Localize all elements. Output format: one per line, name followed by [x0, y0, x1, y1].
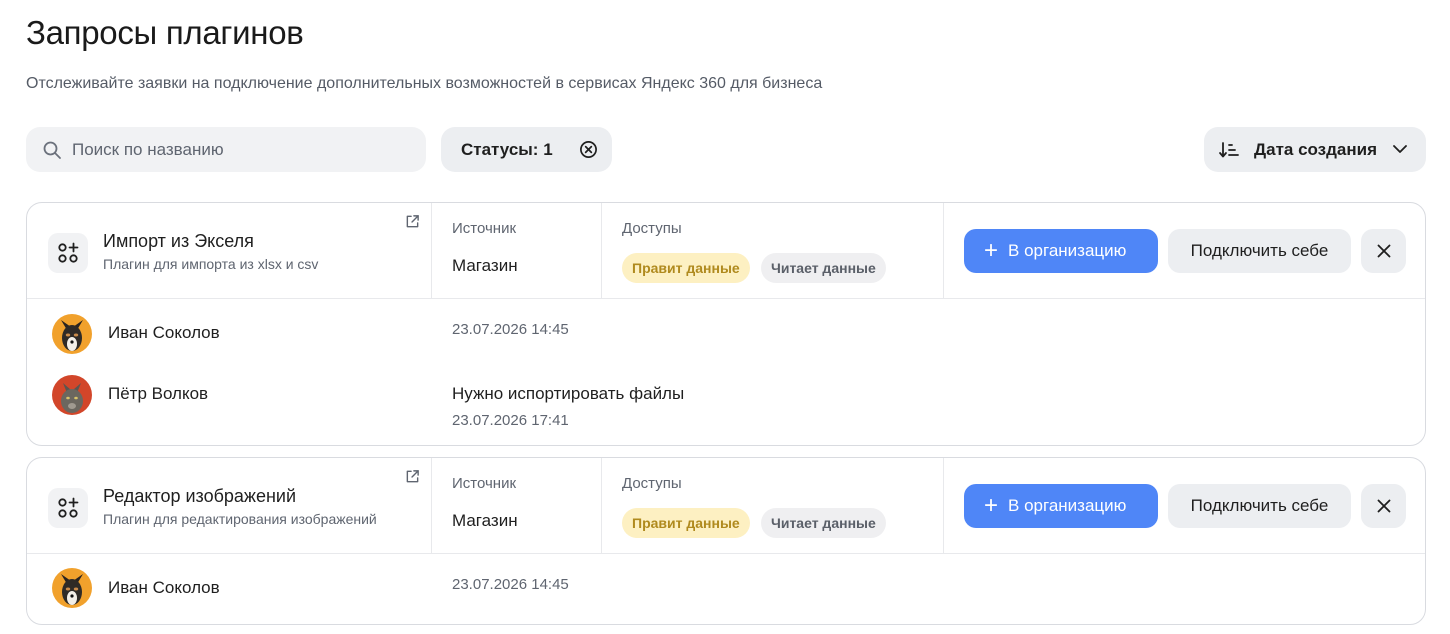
sort-dropdown[interactable]: Дата создания	[1204, 127, 1426, 172]
external-link-icon[interactable]	[405, 214, 420, 229]
dog-avatar	[52, 568, 92, 608]
request-comment: Нужно испортировать файлы	[452, 384, 685, 403]
column-divider	[601, 458, 602, 554]
plugin-icon	[48, 233, 88, 273]
close-icon	[1377, 244, 1390, 258]
permissions-label: Доступы	[622, 475, 682, 492]
search-icon	[43, 141, 61, 159]
source-value: Магазин	[452, 256, 518, 275]
add-to-organization-button[interactable]: + В организацию	[964, 484, 1158, 528]
plugin-name[interactable]: Импорт из Экселя	[103, 231, 254, 252]
reject-button[interactable]	[1361, 484, 1406, 528]
external-link-icon[interactable]	[405, 469, 420, 484]
card-header: Импорт из Экселя Плагин для импорта из x…	[27, 203, 1425, 299]
add-to-organization-button[interactable]: + В организацию	[964, 229, 1158, 273]
request-row: Иван Соколов 23.07.2026 14:45	[27, 299, 1425, 361]
close-icon	[1377, 499, 1390, 513]
page-title: Запросы плагинов	[26, 14, 304, 51]
source-label: Источник	[452, 475, 517, 492]
request-date: 23.07.2026 14:45	[452, 321, 569, 338]
plugin-grid-plus-icon	[58, 242, 79, 263]
chevron-down-icon	[1393, 145, 1407, 153]
sort-icon	[1219, 141, 1239, 157]
status-filter-label: Статусы: 1	[461, 139, 553, 159]
plugin-grid-plus-icon	[58, 497, 79, 518]
plus-icon: +	[984, 492, 999, 519]
source-value: Магазин	[452, 511, 518, 530]
permission-badge-read: Читает данные	[761, 508, 886, 538]
plugin-request-card: Редактор изображений Плагин для редактир…	[26, 457, 1426, 625]
plugin-name[interactable]: Редактор изображений	[103, 486, 296, 507]
source-label: Источник	[452, 220, 517, 237]
column-divider	[431, 203, 432, 299]
cat-avatar	[52, 375, 92, 415]
add-to-organization-label: В организацию	[1008, 496, 1127, 515]
page-subtitle: Отслеживайте заявки на подключение допол…	[26, 75, 823, 92]
card-header: Редактор изображений Плагин для редактир…	[27, 458, 1425, 554]
requester-name: Иван Соколов	[108, 323, 220, 342]
column-divider	[943, 458, 944, 554]
permission-badge-edit: Правит данные	[622, 253, 750, 283]
request-date: 23.07.2026 17:41	[452, 412, 569, 429]
requester-name: Пётр Волков	[108, 384, 209, 403]
permission-badge-edit: Правит данные	[622, 508, 750, 538]
column-divider	[601, 203, 602, 299]
search-box[interactable]	[26, 127, 426, 172]
reject-button[interactable]	[1361, 229, 1406, 273]
request-date: 23.07.2026 14:45	[452, 576, 569, 593]
add-to-organization-label: В организацию	[1008, 241, 1127, 260]
plugin-description: Плагин для редактирования изображений	[103, 511, 377, 527]
request-row: Иван Соколов 23.07.2026 14:45	[27, 554, 1425, 624]
sort-label: Дата создания	[1254, 139, 1378, 159]
status-filter-chip[interactable]: Статусы: 1	[441, 127, 612, 172]
connect-self-button[interactable]: Подключить себе	[1168, 484, 1351, 528]
column-divider	[943, 203, 944, 299]
plugin-icon	[48, 488, 88, 528]
plus-icon: +	[984, 237, 999, 264]
column-divider	[431, 458, 432, 554]
clear-filter-icon[interactable]	[579, 140, 598, 159]
plugin-request-card: Импорт из Экселя Плагин для импорта из x…	[26, 202, 1426, 446]
permission-badge-read: Читает данные	[761, 253, 886, 283]
plugin-description: Плагин для импорта из xlsx и csv	[103, 256, 319, 272]
permissions-label: Доступы	[622, 220, 682, 237]
dog-avatar	[52, 314, 92, 354]
connect-self-button[interactable]: Подключить себе	[1168, 229, 1351, 273]
request-row: Пётр Волков Нужно испортировать файлы 23…	[27, 361, 1425, 445]
requester-name: Иван Соколов	[108, 578, 220, 597]
search-input[interactable]	[72, 139, 392, 160]
